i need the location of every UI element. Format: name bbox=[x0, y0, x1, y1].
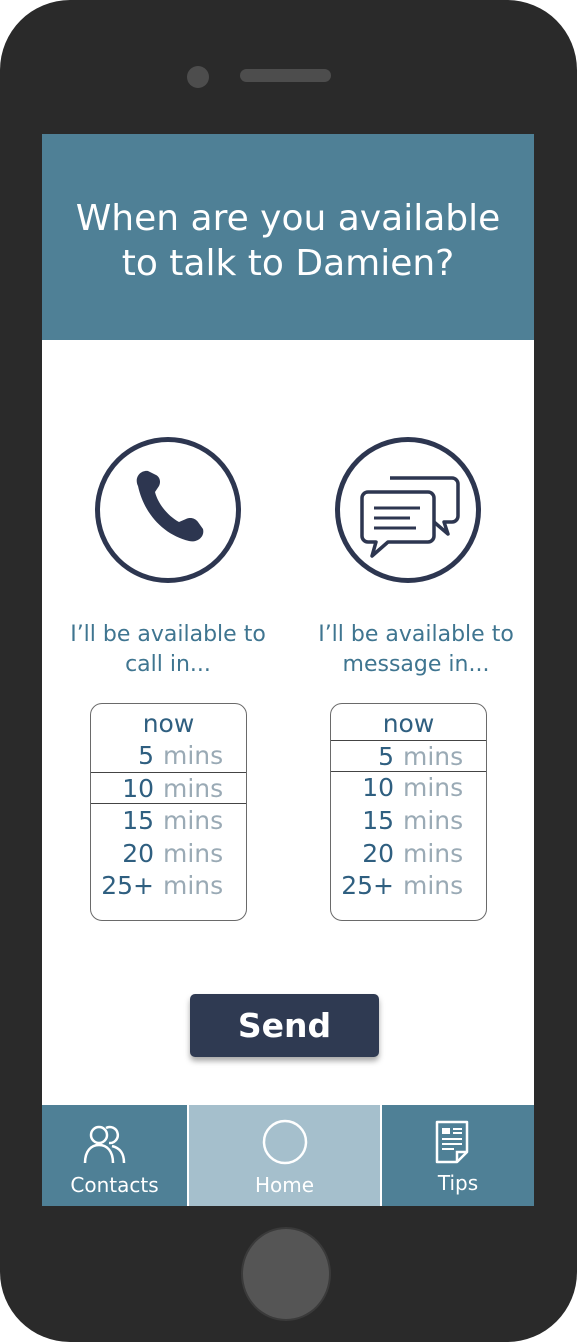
call-option-15[interactable]: 15 mins bbox=[91, 805, 246, 837]
option-unit: mins bbox=[403, 773, 464, 802]
option-number: 25+ bbox=[101, 871, 154, 900]
option-number: 20 bbox=[362, 839, 394, 868]
call-label-line2: call in... bbox=[125, 652, 211, 677]
document-icon bbox=[435, 1120, 469, 1164]
option-number: 10 bbox=[362, 773, 394, 802]
option-unit: mins bbox=[163, 871, 224, 900]
option-unit: mins bbox=[403, 871, 464, 900]
message-option-15[interactable]: 15 mins bbox=[331, 805, 486, 837]
camera-icon bbox=[187, 66, 209, 88]
call-option-20[interactable]: 20 mins bbox=[91, 838, 246, 870]
option-unit: mins bbox=[403, 806, 464, 835]
option-number: 20 bbox=[122, 839, 154, 868]
call-label-line1: I’ll be available to bbox=[70, 622, 266, 647]
bottom-tab-bar: Contacts Home Tips bbox=[42, 1105, 534, 1206]
tab-contacts-label: Contacts bbox=[70, 1173, 159, 1197]
message-label-line1: I’ll be available to bbox=[318, 622, 514, 647]
option-unit: mins bbox=[163, 839, 224, 868]
option-unit: mins bbox=[403, 839, 464, 868]
message-option-10[interactable]: 10 mins bbox=[331, 772, 486, 804]
chat-bubbles-icon bbox=[335, 437, 481, 583]
option-number: 25+ bbox=[341, 871, 394, 900]
message-option-25-plus[interactable]: 25+ mins bbox=[331, 870, 486, 902]
message-label: I’ll be available to message in... bbox=[301, 620, 531, 680]
message-time-picker[interactable]: now 5 mins 10 mins 15 mins 20 mins 25+ mins bbox=[330, 703, 487, 921]
option-unit: mins bbox=[163, 774, 224, 803]
tab-contacts[interactable]: Contacts bbox=[42, 1105, 188, 1206]
call-time-picker[interactable]: now 5 mins 10 mins 15 mins 20 mins 25+ mins bbox=[90, 703, 247, 921]
option-number: 15 bbox=[122, 806, 154, 835]
page-title-line1: When are you available bbox=[75, 198, 501, 239]
call-option-now-label: now bbox=[142, 709, 195, 738]
option-unit: mins bbox=[163, 806, 224, 835]
phone-frame: When are you available to talk to Damien… bbox=[0, 0, 577, 1342]
call-option-5[interactable]: 5 mins bbox=[91, 740, 246, 772]
phone-icon bbox=[95, 437, 241, 583]
speaker-grille bbox=[240, 69, 331, 82]
call-option-25-plus[interactable]: 25+ mins bbox=[91, 870, 246, 902]
app-screen: When are you available to talk to Damien… bbox=[42, 134, 534, 1206]
message-option-20[interactable]: 20 mins bbox=[331, 838, 486, 870]
page-title: When are you available to talk to Damien… bbox=[62, 196, 514, 286]
option-number: 5 bbox=[378, 742, 394, 771]
call-option-now[interactable]: now bbox=[91, 708, 246, 740]
send-button[interactable]: Send bbox=[190, 994, 379, 1057]
option-unit: mins bbox=[403, 742, 464, 771]
page-title-line2: to talk to Damien? bbox=[121, 243, 455, 284]
circle-icon bbox=[262, 1119, 308, 1165]
message-option-now-label: now bbox=[382, 709, 435, 738]
tab-home[interactable]: Home bbox=[189, 1105, 380, 1206]
tab-tips-label: Tips bbox=[437, 1171, 479, 1195]
option-number: 10 bbox=[122, 774, 154, 803]
option-unit: mins bbox=[163, 741, 224, 770]
option-number: 5 bbox=[138, 741, 154, 770]
call-option-10-selected[interactable]: 10 mins bbox=[91, 772, 246, 804]
header: When are you available to talk to Damien… bbox=[42, 134, 534, 340]
tab-tips[interactable]: Tips bbox=[381, 1105, 534, 1206]
message-label-line2: message in... bbox=[342, 652, 490, 677]
hardware-home-button[interactable] bbox=[241, 1227, 331, 1321]
call-label: I’ll be available to call in... bbox=[53, 620, 283, 680]
message-option-5-selected[interactable]: 5 mins bbox=[331, 740, 486, 772]
option-number: 15 bbox=[362, 806, 394, 835]
people-icon bbox=[83, 1125, 126, 1164]
message-option-now[interactable]: now bbox=[331, 708, 486, 740]
tab-home-label: Home bbox=[254, 1173, 315, 1197]
